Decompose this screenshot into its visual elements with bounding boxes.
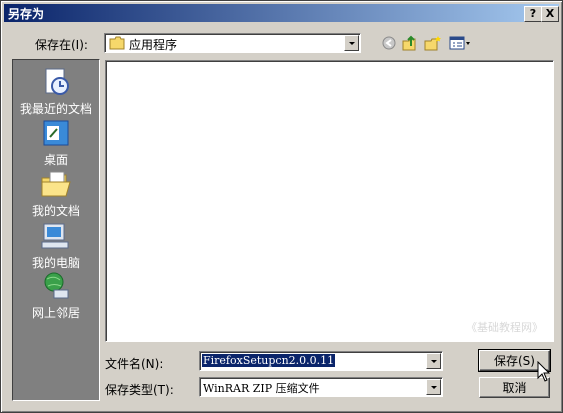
place-my-computer[interactable]: 我的电脑 [13, 220, 99, 271]
up-folder-icon[interactable] [401, 34, 419, 52]
filename-label: 文件名(N): [105, 357, 164, 371]
filetype-dropdown[interactable]: WinRAR ZIP 压缩文件 [199, 377, 443, 397]
view-menu-icon[interactable] [448, 34, 472, 52]
back-icon[interactable] [380, 34, 398, 52]
desktop-icon [40, 117, 72, 149]
network-places-icon [40, 270, 72, 302]
filename-field[interactable]: FirefoxSetupcn2.0.0.11 [199, 351, 443, 371]
file-list[interactable]: 《基础教程网》 [105, 60, 554, 342]
places-bar: 我最近的文档 桌面 我的文档 我的电脑 网上邻居 [12, 59, 100, 401]
save-in-value: 应用程序 [129, 38, 178, 52]
place-my-documents[interactable]: 我的文档 [13, 168, 99, 219]
place-desktop[interactable]: 桌面 [13, 117, 99, 168]
place-label: 我最近的文档 [19, 102, 92, 116]
chevron-down-icon[interactable] [344, 35, 359, 51]
place-label: 桌面 [43, 153, 68, 167]
filename-value: FirefoxSetupcn2.0.0.11 [202, 354, 336, 367]
window-title: 另存为 [8, 7, 45, 21]
my-documents-icon [40, 168, 72, 200]
watermark-text: 《基础教程网》 [466, 321, 543, 334]
filetype-value: WinRAR ZIP 压缩文件 [203, 382, 320, 395]
place-network[interactable]: 网上邻居 [13, 270, 99, 321]
chevron-down-icon[interactable] [426, 353, 441, 369]
place-label: 我的文档 [31, 204, 80, 218]
help-button[interactable]: ? [524, 6, 542, 22]
save-as-dialog: 另存为 ? X 保存在(I): 应用程序 我最近的文档 桌面 我的文档 我的电脑… [0, 0, 563, 413]
filetype-label: 保存类型(T): [105, 383, 174, 397]
new-folder-icon[interactable] [424, 34, 442, 52]
close-button[interactable]: X [541, 6, 559, 22]
place-label: 网上邻居 [31, 306, 80, 320]
place-label: 我的电脑 [31, 256, 80, 270]
folder-icon [109, 36, 125, 53]
my-computer-icon [40, 220, 72, 252]
save-in-dropdown[interactable]: 应用程序 [104, 33, 361, 53]
title-bar[interactable]: 另存为 ? X [4, 4, 559, 22]
place-recent[interactable]: 我最近的文档 [13, 66, 99, 117]
recent-documents-icon [40, 66, 72, 98]
chevron-down-icon[interactable] [426, 379, 441, 395]
save-in-label: 保存在(I): [35, 38, 88, 52]
mouse-cursor-icon [537, 360, 551, 386]
